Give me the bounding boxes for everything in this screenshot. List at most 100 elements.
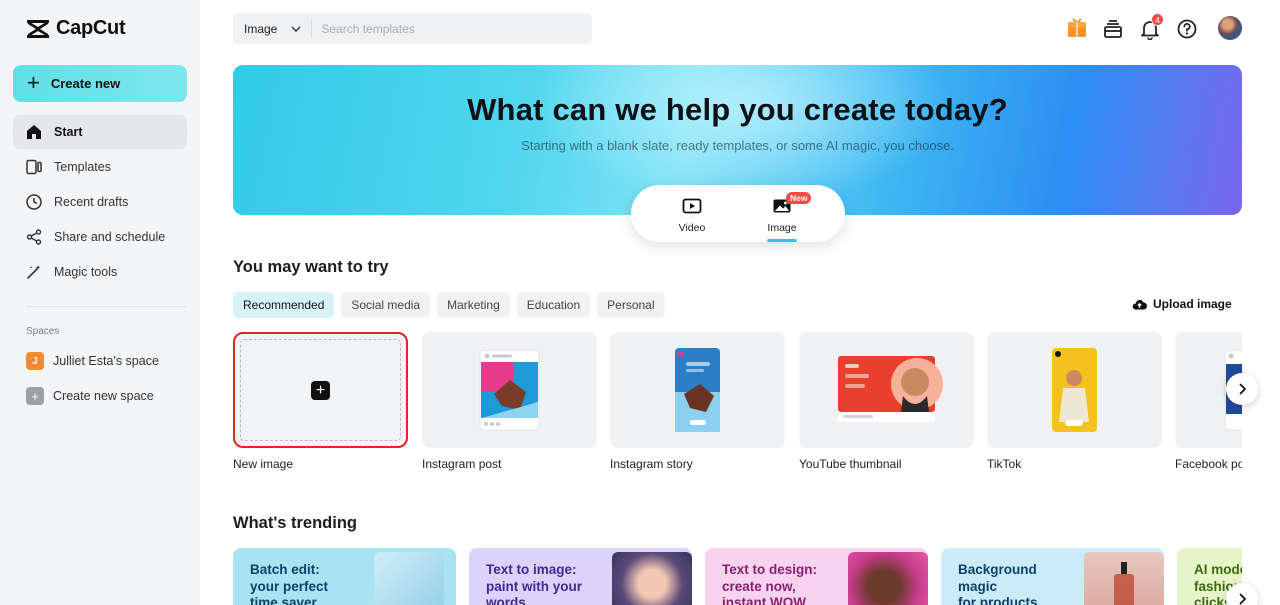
- space-item-julliet[interactable]: J Julliet Esta's space: [26, 352, 159, 370]
- magic-wand-icon: [27, 265, 41, 279]
- hero-glow: [533, 65, 953, 205]
- card-label: New image: [233, 457, 294, 471]
- instagram-post-preview: [479, 349, 540, 431]
- trend-card-title: Text to image: paint with your words: [486, 562, 582, 605]
- space-avatar: J: [26, 352, 44, 370]
- try-section-title: You may want to try: [233, 258, 389, 276]
- upload-image-label: Upload image: [1153, 297, 1232, 311]
- instagram-story-preview: [675, 348, 720, 432]
- active-mode-indicator: [767, 239, 797, 242]
- filter-chips: Recommended Social media Marketing Educa…: [233, 292, 665, 318]
- capcut-logo-icon: [27, 19, 49, 38]
- filter-chip-education[interactable]: Education: [516, 292, 591, 318]
- card-instagram-post[interactable]: Instagram post: [422, 332, 597, 471]
- perfume-bottle-icon: [1114, 562, 1134, 605]
- home-icon: [27, 125, 41, 139]
- trend-card-title: Batch edit: your perfect time saver: [250, 562, 329, 605]
- batch-edit-preview: [374, 552, 444, 605]
- sidebar: CapCut + Create new Start Templates Rece…: [0, 0, 200, 605]
- share-icon: [26, 229, 42, 245]
- hero-subtitle: Starting with a blank slate, ready templ…: [521, 138, 954, 153]
- trend-card-batch-edit[interactable]: Batch edit: your perfect time saver: [233, 548, 456, 605]
- hero-title: What can we help you create today?: [467, 92, 1008, 127]
- mode-label: Video: [678, 222, 706, 234]
- search-type-dropdown[interactable]: Image: [233, 19, 313, 38]
- card-label: Facebook post: [1175, 457, 1242, 471]
- card-tiktok[interactable]: TikTok: [987, 332, 1162, 471]
- sidebar-item-magic-tools[interactable]: Magic tools: [13, 255, 187, 289]
- trend-card-text-to-design[interactable]: Text to design: create now, instant WOW: [705, 548, 928, 605]
- trend-card-background-magic[interactable]: Background magic for products: [941, 548, 1164, 605]
- card-thumbnail: [610, 332, 785, 448]
- mode-label: Image: [767, 222, 797, 234]
- filter-chip-marketing[interactable]: Marketing: [437, 292, 510, 318]
- card-new-image[interactable]: + New image: [233, 332, 408, 471]
- trend-card-title: Text to design: create now, instant WOW: [722, 562, 818, 605]
- sidebar-item-label: Start: [54, 125, 83, 139]
- card-label: Instagram story: [610, 457, 693, 471]
- text-to-image-preview: [612, 552, 692, 605]
- card-label: YouTube thumbnail: [799, 457, 902, 471]
- card-thumbnail: [799, 332, 974, 448]
- create-new-button[interactable]: + Create new: [13, 65, 187, 102]
- filter-chip-social-media[interactable]: Social media: [341, 292, 431, 318]
- upload-image-button[interactable]: Upload image: [1132, 297, 1232, 311]
- filter-chip-personal[interactable]: Personal: [597, 292, 665, 318]
- create-new-space-button[interactable]: + Create new space: [26, 387, 154, 405]
- search-type-label: Image: [244, 21, 278, 36]
- space-label: Julliet Esta's space: [53, 354, 159, 368]
- user-avatar[interactable]: [1218, 16, 1242, 40]
- sidebar-item-start[interactable]: Start: [13, 115, 187, 149]
- video-icon: [682, 198, 702, 214]
- new-badge: New: [786, 192, 812, 204]
- mode-video-tab[interactable]: Video: [662, 197, 722, 234]
- sidebar-divider: [26, 306, 186, 307]
- trending-next-button[interactable]: [1226, 583, 1258, 605]
- spaces-heading: Spaces: [26, 326, 60, 337]
- mode-switch: Video Image: [631, 185, 845, 242]
- text-to-design-preview: [848, 552, 928, 605]
- tiktok-preview: [1052, 348, 1097, 432]
- app-name: CapCut: [56, 17, 126, 39]
- sidebar-item-label: Templates: [54, 160, 111, 174]
- sidebar-item-label: Share and schedule: [54, 230, 166, 244]
- templates-icon: [26, 159, 42, 175]
- carousel-next-button[interactable]: [1226, 373, 1258, 405]
- subscription-icon[interactable]: [1102, 18, 1124, 40]
- help-icon[interactable]: [1176, 18, 1198, 40]
- notification-count-badge: 4: [1151, 13, 1164, 26]
- trend-card-text-to-image[interactable]: Text to image: paint with your words: [469, 548, 692, 605]
- background-magic-preview: [1084, 552, 1164, 605]
- chevron-right-icon: [1239, 593, 1246, 605]
- trending-cards: Batch edit: your perfect time saver Text t…: [233, 548, 1242, 605]
- card-thumbnail: [422, 332, 597, 448]
- clock-icon: [26, 194, 42, 210]
- filter-chip-recommended[interactable]: Recommended: [233, 292, 335, 318]
- card-instagram-story[interactable]: Instagram story: [610, 332, 785, 471]
- trend-card-title: Background magic for products: [958, 562, 1038, 605]
- chevron-down-icon: [291, 26, 301, 32]
- search-input[interactable]: [312, 21, 583, 36]
- card-label: Instagram post: [422, 457, 502, 471]
- cloud-upload-icon: [1132, 299, 1147, 309]
- search-bar: Image: [233, 13, 592, 44]
- space-label: Create new space: [53, 389, 154, 403]
- youtube-thumbnail-preview: [838, 356, 943, 422]
- card-thumbnail: +: [233, 332, 408, 448]
- plus-icon: +: [27, 69, 40, 95]
- create-new-label: Create new: [50, 76, 121, 91]
- trending-section-title: What's trending: [233, 514, 357, 532]
- add-space-icon: +: [26, 387, 44, 405]
- sidebar-item-share-schedule[interactable]: Share and schedule: [13, 220, 187, 254]
- sidebar-nav: Start Templates Recent drafts Share and …: [13, 115, 187, 290]
- card-thumbnail: [987, 332, 1162, 448]
- template-cards: + New image Instagram post Instagram sto…: [233, 332, 1242, 477]
- add-icon: +: [311, 381, 330, 400]
- card-label: TikTok: [987, 457, 1022, 471]
- sidebar-item-templates[interactable]: Templates: [13, 150, 187, 184]
- sidebar-item-label: Magic tools: [54, 265, 118, 279]
- card-youtube-thumbnail[interactable]: YouTube thumbnail: [799, 332, 974, 471]
- gift-icon[interactable]: [1066, 17, 1088, 39]
- sidebar-item-recent-drafts[interactable]: Recent drafts: [13, 185, 187, 219]
- capcut-logo[interactable]: CapCut: [26, 17, 126, 40]
